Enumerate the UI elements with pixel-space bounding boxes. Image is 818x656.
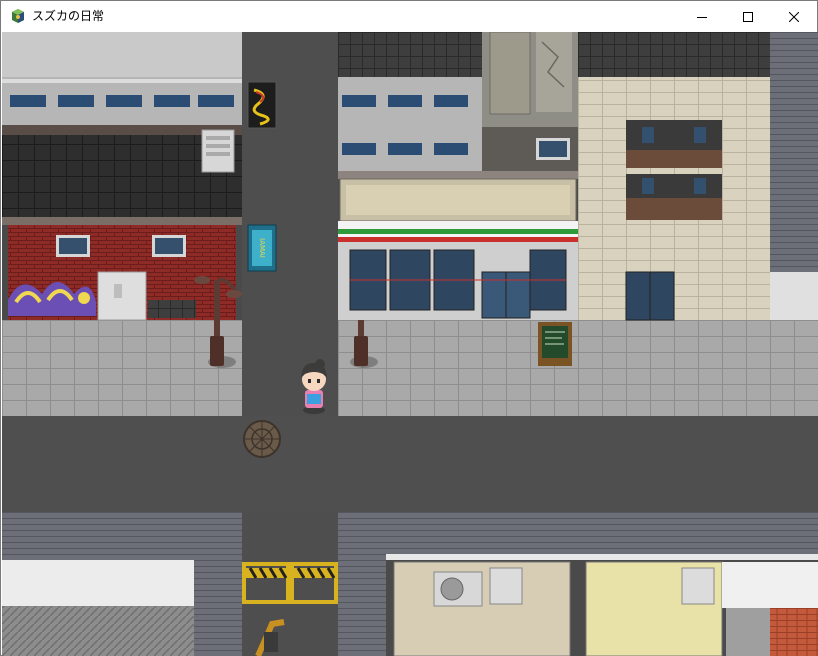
left-sidewalk bbox=[2, 320, 242, 416]
vertical-sign-text: IAMAI bbox=[258, 238, 266, 258]
maximize-button[interactable] bbox=[725, 1, 771, 32]
maximize-icon bbox=[743, 11, 753, 22]
rpg-maker-app-icon bbox=[12, 9, 24, 23]
minimize-button[interactable] bbox=[679, 1, 725, 32]
game-window: スズカの日常 IAMAI bbox=[0, 0, 818, 656]
manhole-cover bbox=[243, 420, 281, 458]
game-viewport[interactable]: IAMAI bbox=[2, 32, 818, 656]
vertical-shop-sign: IAMAI bbox=[247, 224, 277, 272]
cream-apartment-building bbox=[578, 32, 770, 321]
minimize-icon bbox=[697, 16, 707, 18]
title-bar[interactable]: スズカの日常 bbox=[1, 1, 817, 32]
far-right-building bbox=[770, 32, 818, 320]
bottom-left-building bbox=[2, 512, 242, 656]
convenience-store bbox=[338, 171, 578, 320]
dragon-neon-sign bbox=[247, 81, 277, 129]
menu-chalkboard-sign bbox=[538, 322, 572, 366]
right-sidewalk bbox=[338, 320, 818, 416]
close-icon bbox=[789, 11, 799, 22]
window-title: スズカの日常 bbox=[32, 9, 105, 23]
town-map: IAMAI bbox=[2, 32, 818, 656]
horizontal-street bbox=[2, 416, 818, 512]
center-building-upper bbox=[338, 32, 578, 171]
close-button[interactable] bbox=[771, 1, 817, 32]
